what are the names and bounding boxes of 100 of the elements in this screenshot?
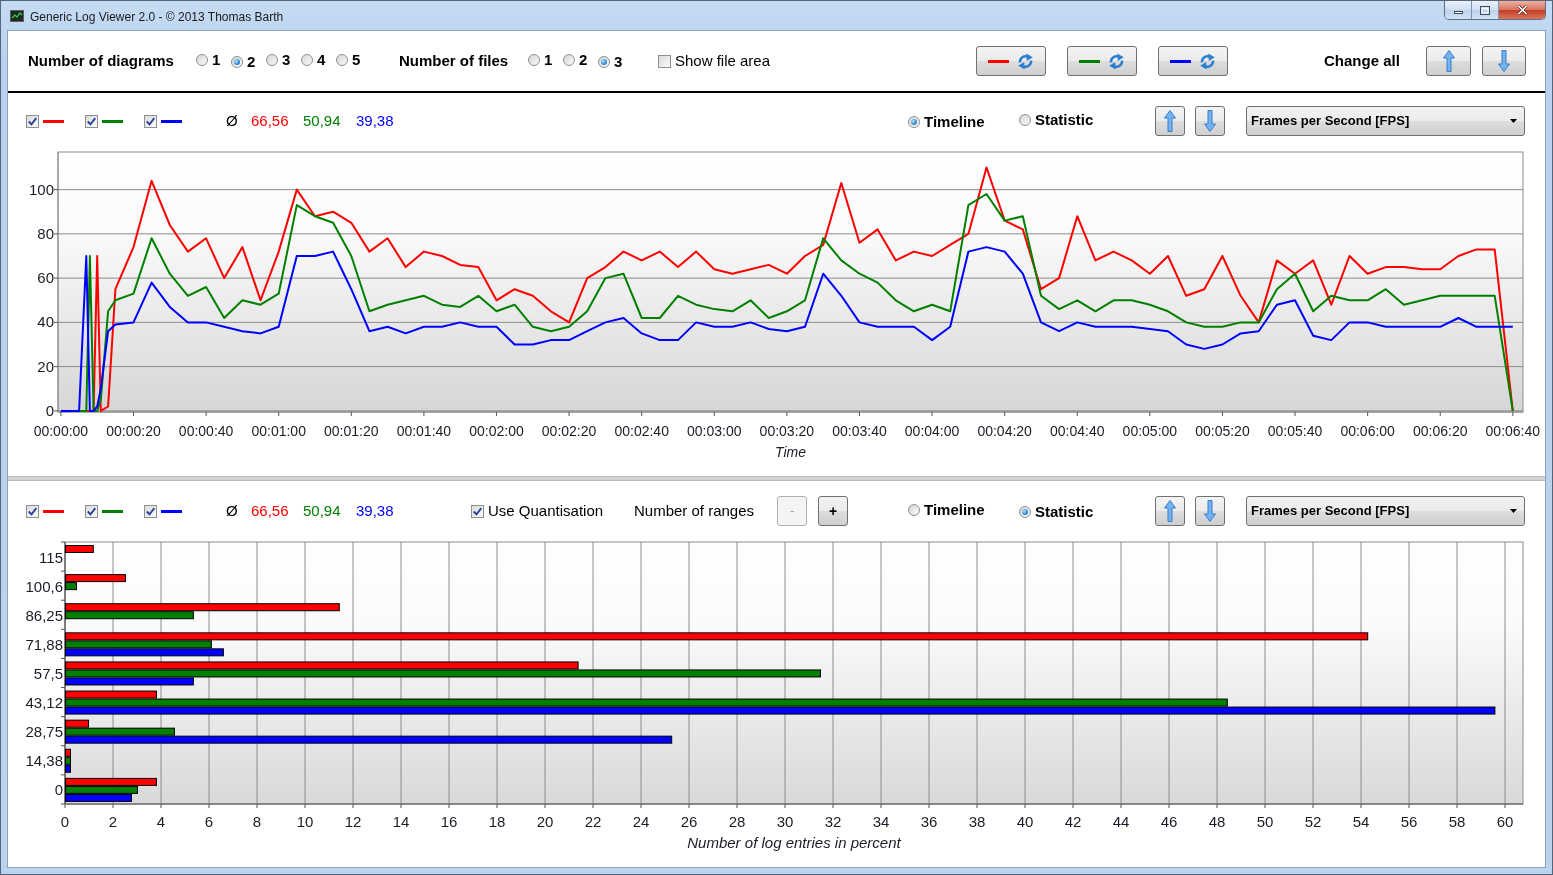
file-count-radio[interactable]: 3 xyxy=(598,50,623,74)
axis-tick-label: 40 xyxy=(1016,813,1034,830)
file-count-radio[interactable]: 2 xyxy=(563,49,588,72)
move-down-button[interactable] xyxy=(1195,106,1225,136)
move-down-button[interactable] xyxy=(1195,496,1225,526)
axis-tick-label: 00:01:20 xyxy=(324,423,379,439)
axis-tick-label: 6 xyxy=(204,813,214,830)
arrow-down-icon xyxy=(1498,50,1510,72)
axis-tick-label: 16 xyxy=(440,813,458,830)
arrow-up-icon xyxy=(1164,500,1176,522)
increase-button[interactable]: + xyxy=(818,496,848,526)
minimize-button[interactable] xyxy=(1445,1,1472,19)
axis-tick-label: 80 xyxy=(37,224,54,242)
axis-tick-label: 54 xyxy=(1352,813,1370,830)
axis-tick-label: 42 xyxy=(1064,813,1082,830)
close-button[interactable] xyxy=(1499,1,1545,19)
diagram-count-radio[interactable]: 5 xyxy=(336,49,361,72)
arrow-up-icon xyxy=(1164,110,1176,132)
axis-tick-label: 00:01:00 xyxy=(251,423,306,439)
axis-tick-label: 00:04:00 xyxy=(904,423,960,439)
axis-tick-label: 24 xyxy=(632,813,650,830)
axis-tick-label: 00:04:20 xyxy=(977,423,1032,439)
axis-tick-label: 18 xyxy=(488,813,506,830)
ranges-label: Number of ranges xyxy=(634,501,755,519)
average-value: 50,94 xyxy=(303,111,341,129)
axis-tick-label: 22 xyxy=(584,813,602,830)
axis-tick-label: 115 xyxy=(39,548,63,566)
show-file-area-checkbox[interactable]: Show file area xyxy=(658,49,771,73)
axis-tick-label: 38 xyxy=(968,813,986,830)
axis-tick-label: 48 xyxy=(1208,813,1226,830)
axis-tick-label: 30 xyxy=(776,813,794,830)
line-color-button[interactable] xyxy=(1067,46,1137,76)
bar xyxy=(65,793,132,802)
axis-tick-label: 44 xyxy=(1112,813,1130,830)
view-mode-radio[interactable]: Statistic xyxy=(1019,109,1094,132)
axis-tick-label: 26 xyxy=(680,813,698,830)
axis-tick-label: 00:04:40 xyxy=(1050,423,1105,439)
axis-tick-label: 14,38 xyxy=(25,752,63,770)
average-symbol: Ø xyxy=(226,501,238,519)
series-checkbox[interactable] xyxy=(144,114,157,128)
move-up-button[interactable] xyxy=(1155,106,1185,136)
axis-tick-label: 58 xyxy=(1448,813,1466,830)
series-checkbox[interactable] xyxy=(85,504,98,518)
axis-title: Time xyxy=(775,444,806,460)
axis-tick-label: 4 xyxy=(156,813,166,830)
series-checkbox[interactable] xyxy=(26,504,39,518)
file-count-radio[interactable]: 1 xyxy=(528,49,553,72)
axis-tick-label: 60 xyxy=(1496,813,1514,830)
maximize-icon xyxy=(1480,5,1490,15)
bar xyxy=(65,545,94,553)
series-checkbox[interactable] xyxy=(144,504,157,518)
diagram-count-radio[interactable]: 3 xyxy=(266,49,291,72)
axis-tick-label: 00:06:20 xyxy=(1413,423,1468,439)
axis-tick-label: 20 xyxy=(536,813,554,830)
measure-dropdown[interactable]: Frames per Second [FPS] xyxy=(1246,106,1525,136)
axis-tick-label: 00:05:00 xyxy=(1122,423,1178,439)
axis-tick-label: 00:05:20 xyxy=(1195,423,1250,439)
diagram-count-radio[interactable]: 2 xyxy=(231,50,256,74)
series-checkbox[interactable] xyxy=(26,114,39,128)
arrow-up-icon xyxy=(1442,50,1455,72)
line-color-button[interactable] xyxy=(1158,46,1228,76)
axis-tick-label: 00:02:20 xyxy=(541,423,597,439)
axis-tick-label: 43,12 xyxy=(25,694,63,712)
axis-tick-label: 34 xyxy=(872,813,890,830)
close-icon xyxy=(1516,5,1528,15)
diagram-count-radio[interactable]: 1 xyxy=(196,49,221,72)
axis-tick-label: 32 xyxy=(824,813,842,830)
arrow-down-icon xyxy=(1204,110,1216,132)
axis-tick-label: 40 xyxy=(37,313,54,331)
axis-tick-label: 0 xyxy=(60,813,70,830)
maximize-button[interactable] xyxy=(1472,1,1499,19)
axis-tick-label: 100 xyxy=(28,180,54,198)
view-mode-radio[interactable]: Timeline xyxy=(908,499,985,522)
measure-dropdown[interactable]: Frames per Second [FPS] xyxy=(1246,496,1525,526)
move-up-button[interactable] xyxy=(1155,496,1185,526)
caret-down-icon xyxy=(1510,509,1517,513)
axis-tick-label: 28 xyxy=(728,813,746,830)
axis-tick-label: 20 xyxy=(37,357,54,375)
axis-tick-label: 00:03:20 xyxy=(759,423,815,439)
axis-tick-label: 00:06:40 xyxy=(1485,423,1541,439)
file-count-label: Number of files xyxy=(399,50,510,71)
axis-tick-label: 36 xyxy=(920,813,938,830)
view-mode-radio[interactable]: Statistic xyxy=(1019,500,1094,524)
view-mode-radio[interactable]: Timeline xyxy=(908,110,985,134)
average-value: 39,38 xyxy=(356,501,394,519)
average-value: 50,94 xyxy=(303,501,341,519)
quantisation-checkbox[interactable]: Use Quantisation xyxy=(471,499,604,523)
refresh-icon xyxy=(1017,52,1034,70)
axis-tick-label: 00:00:40 xyxy=(178,423,234,439)
move-up-button[interactable] xyxy=(1426,46,1471,76)
move-down-button[interactable] xyxy=(1482,46,1526,76)
axis-tick-label: 60 xyxy=(37,269,54,287)
refresh-icon xyxy=(1199,52,1216,70)
line-color-button[interactable] xyxy=(976,46,1046,76)
axis-tick-label: 86,25 xyxy=(25,606,63,624)
axis-tick-label: 00:00:00 xyxy=(33,423,89,439)
diagram-count-radio[interactable]: 4 xyxy=(301,49,326,72)
diagram-count-label: Number of diagrams xyxy=(28,50,175,71)
axis-tick-label: 10 xyxy=(296,813,314,830)
series-checkbox[interactable] xyxy=(85,114,98,128)
